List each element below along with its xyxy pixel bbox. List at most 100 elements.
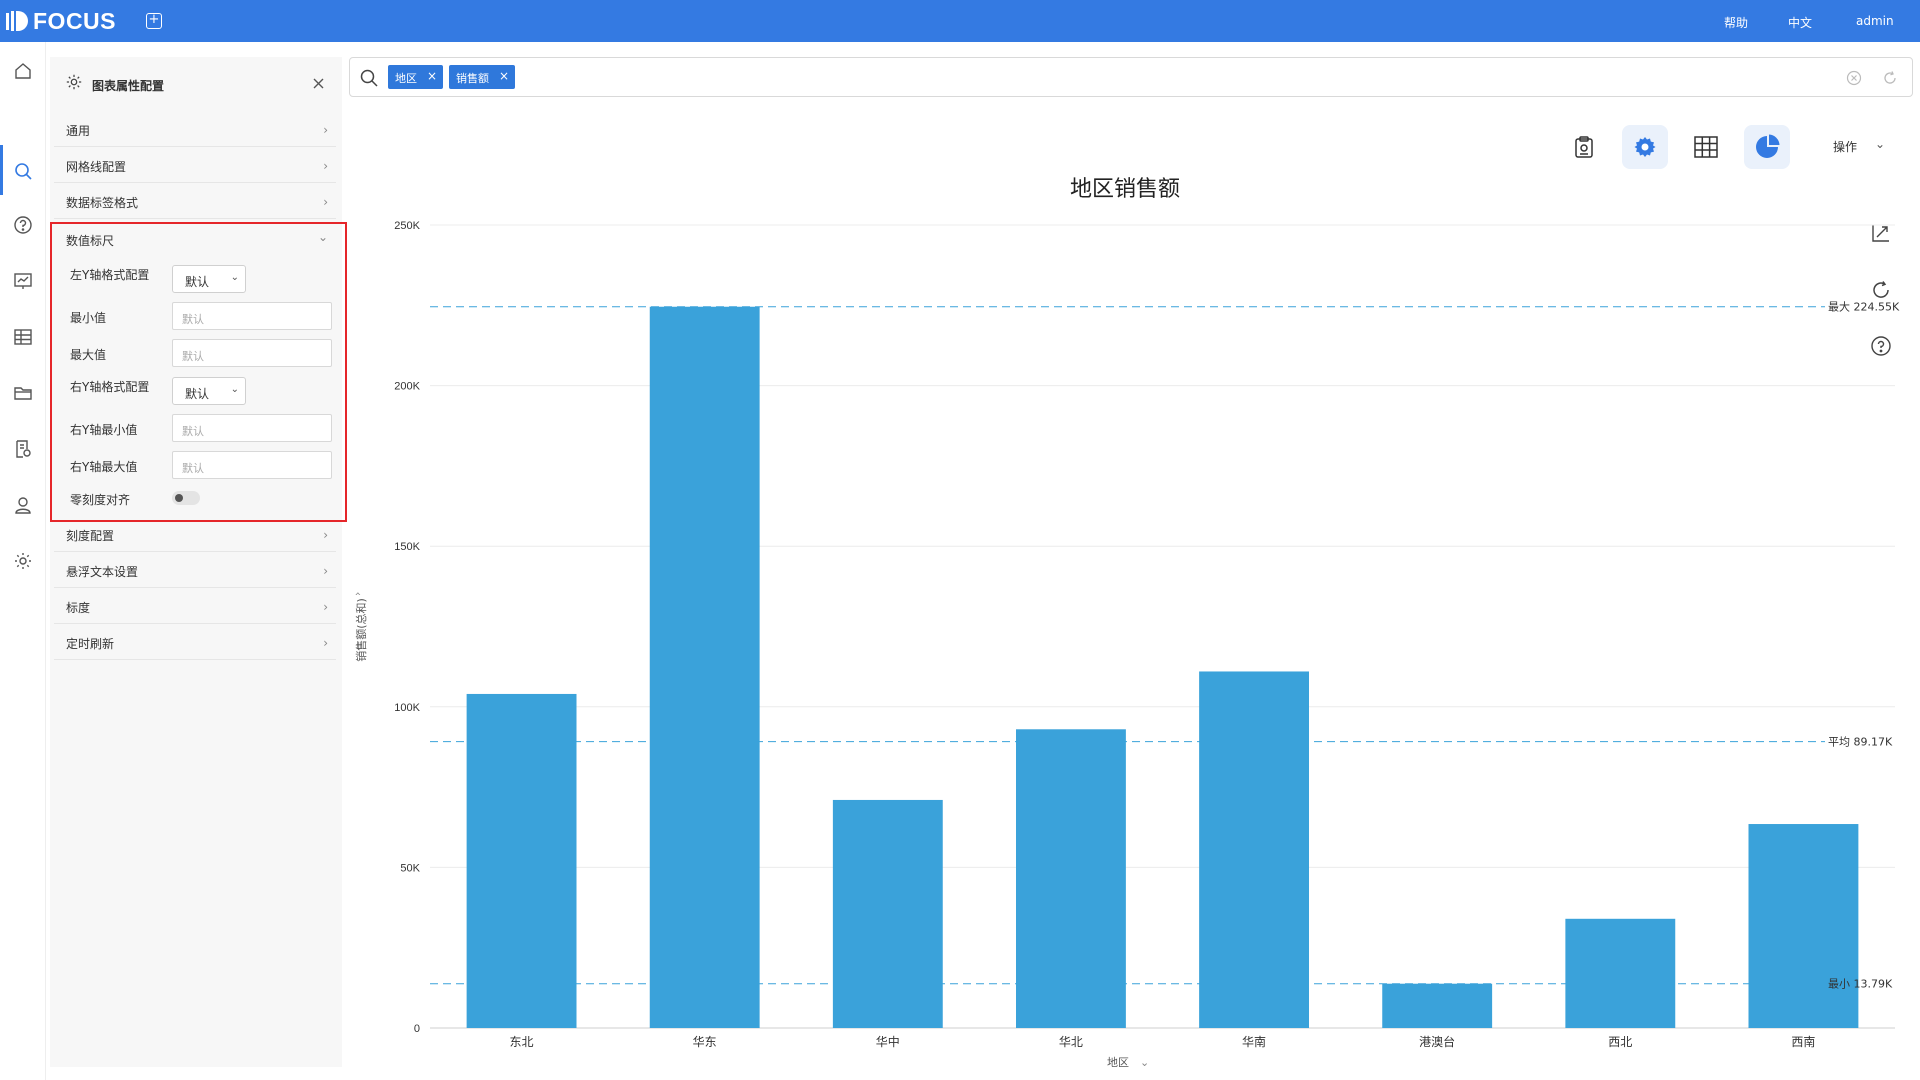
min-value-label: 最小值: [70, 311, 107, 325]
bar-7: [1748, 824, 1859, 1028]
remove-chip-icon[interactable]: ×: [499, 69, 509, 83]
chip-label: 销售额: [456, 72, 489, 85]
right-y-format-select[interactable]: 默认 ⌄: [172, 377, 246, 405]
clipboard-icon: [1575, 136, 1593, 158]
chevron-right-icon: ›: [323, 528, 328, 542]
section-gridlines[interactable]: 网格线配置 ›: [54, 147, 336, 183]
left-y-format-label: 左Y轴格式配置: [70, 268, 150, 282]
dashboard-icon[interactable]: [12, 270, 34, 292]
chart-type-button[interactable]: [1744, 125, 1790, 169]
y-tick-label: 0: [414, 1023, 420, 1035]
search-nav-icon[interactable]: [0, 160, 46, 182]
section-data-labels[interactable]: 数据标签格式 ›: [54, 183, 336, 219]
section-auto-refresh[interactable]: 定时刷新 ›: [54, 624, 336, 660]
user-icon[interactable]: [12, 494, 34, 516]
reference-line-label: 最大 224.55K: [1828, 300, 1900, 314]
chevron-down-icon: ⌄: [230, 384, 239, 395]
chart-title: 地区销售额: [1069, 177, 1180, 202]
settings-gear-icon[interactable]: [12, 550, 34, 572]
chevron-right-icon: ›: [323, 636, 328, 650]
max-value-label: 最大值: [70, 348, 107, 362]
left-y-format-select[interactable]: 默认 ⌄: [172, 265, 246, 293]
min-value-input[interactable]: 默认: [172, 302, 332, 330]
clipboard-button[interactable]: [1561, 125, 1607, 169]
chevron-down-icon: ⌄: [317, 230, 328, 244]
section-ticks[interactable]: 刻度配置 ›: [54, 516, 336, 552]
section-label: 数值标尺: [66, 234, 115, 248]
chevron-right-icon: ›: [323, 123, 328, 137]
right-min-input[interactable]: 默认: [172, 414, 332, 442]
table-view-button[interactable]: [1683, 125, 1729, 169]
right-min-placeholder: 默认: [182, 425, 204, 438]
language-switch[interactable]: 中文: [1788, 14, 1812, 31]
focus-logo-icon: [6, 11, 28, 31]
x-tick-label: 华中: [876, 1034, 900, 1049]
search-bar[interactable]: 地区 × 销售额 ×: [349, 57, 1913, 97]
right-y-format-label: 右Y轴格式配置: [70, 380, 150, 394]
table-icon[interactable]: [12, 326, 34, 348]
x-tick-label: 华北: [1059, 1035, 1083, 1049]
chevron-down-icon: ⌄: [230, 272, 239, 283]
gear-icon: [66, 74, 82, 90]
gear-icon: [1634, 137, 1656, 157]
x-tick-label: 华东: [693, 1035, 717, 1049]
right-max-input[interactable]: 默认: [172, 451, 332, 479]
home-icon[interactable]: [12, 60, 34, 82]
x-tick-label: 东北: [510, 1035, 534, 1049]
y-tick-label: 100K: [394, 702, 420, 714]
right-max-placeholder: 默认: [182, 462, 204, 475]
y-tick-label: 150K: [394, 541, 420, 553]
refresh-icon[interactable]: [1882, 70, 1898, 86]
reference-line-label: 最小 13.79K: [1828, 978, 1893, 991]
chevron-right-icon: ›: [323, 600, 328, 614]
help-circle-icon[interactable]: [12, 214, 34, 236]
clear-search-icon[interactable]: [1846, 70, 1862, 86]
section-scale[interactable]: 标度 ›: [54, 588, 336, 624]
search-chip-sales[interactable]: 销售额 ×: [449, 65, 515, 89]
right-max-label: 右Y轴最大值: [70, 460, 138, 474]
x-tick-label: 西北: [1608, 1035, 1632, 1049]
zero-align-toggle[interactable]: [172, 491, 200, 505]
new-tab-button[interactable]: +: [146, 13, 162, 29]
chart-settings-button[interactable]: [1622, 125, 1668, 169]
remove-chip-icon[interactable]: ×: [427, 69, 437, 83]
operations-menu[interactable]: 操作 ⌄: [1833, 137, 1885, 155]
pie-chart-icon: [1756, 134, 1780, 158]
x-tick-label: 西南: [1791, 1034, 1815, 1049]
logo-text: FOCUS: [33, 7, 116, 34]
chevron-right-icon: ›: [323, 195, 328, 209]
y-axis-label: 销售额(总和): [354, 598, 368, 662]
chevron-down-icon: ⌄: [1140, 1056, 1149, 1069]
section-general[interactable]: 通用 ›: [54, 111, 336, 147]
close-icon[interactable]: [313, 78, 324, 89]
left-y-format-value: 默认: [185, 275, 210, 289]
panel-header: 图表属性配置: [50, 57, 342, 109]
x-tick-label: 华南: [1242, 1034, 1266, 1049]
x-tick-label: 港澳台: [1419, 1034, 1455, 1049]
min-value-placeholder: 默认: [182, 313, 204, 326]
section-label: 定时刷新: [66, 637, 115, 651]
table-icon: [1694, 136, 1718, 158]
panel-title: 图表属性配置: [92, 79, 165, 93]
section-tooltip[interactable]: 悬浮文本设置 ›: [54, 552, 336, 588]
left-nav: [0, 42, 46, 1080]
operations-label: 操作: [1833, 140, 1858, 154]
folder-icon[interactable]: [12, 382, 34, 404]
chevron-right-icon: ›: [323, 564, 328, 578]
report-settings-icon[interactable]: [12, 438, 34, 460]
section-label: 数据标签格式: [66, 196, 139, 210]
user-menu[interactable]: admin: [1856, 14, 1894, 28]
x-axis-label: 地区: [1107, 1056, 1129, 1069]
chip-label: 地区: [395, 72, 417, 85]
logo[interactable]: FOCUS: [6, 8, 116, 34]
max-value-input[interactable]: 默认: [172, 339, 332, 367]
section-value-axis[interactable]: 数值标尺 ⌄: [54, 220, 336, 256]
bar-chart: 0 50K 100K 150K 200K 250K 东北 华东 华中 华北 华南 港澳台 西北 西南 最大 …: [351, 220, 1900, 1069]
help-link[interactable]: 帮助: [1724, 14, 1748, 31]
section-label: 悬浮文本设置: [66, 565, 139, 579]
zero-align-label: 零刻度对齐: [70, 493, 131, 507]
search-chip-region[interactable]: 地区 ×: [388, 65, 443, 89]
bar-5: [1382, 983, 1493, 1028]
section-label: 标度: [66, 601, 91, 615]
y-tick-label: 50K: [400, 862, 420, 874]
